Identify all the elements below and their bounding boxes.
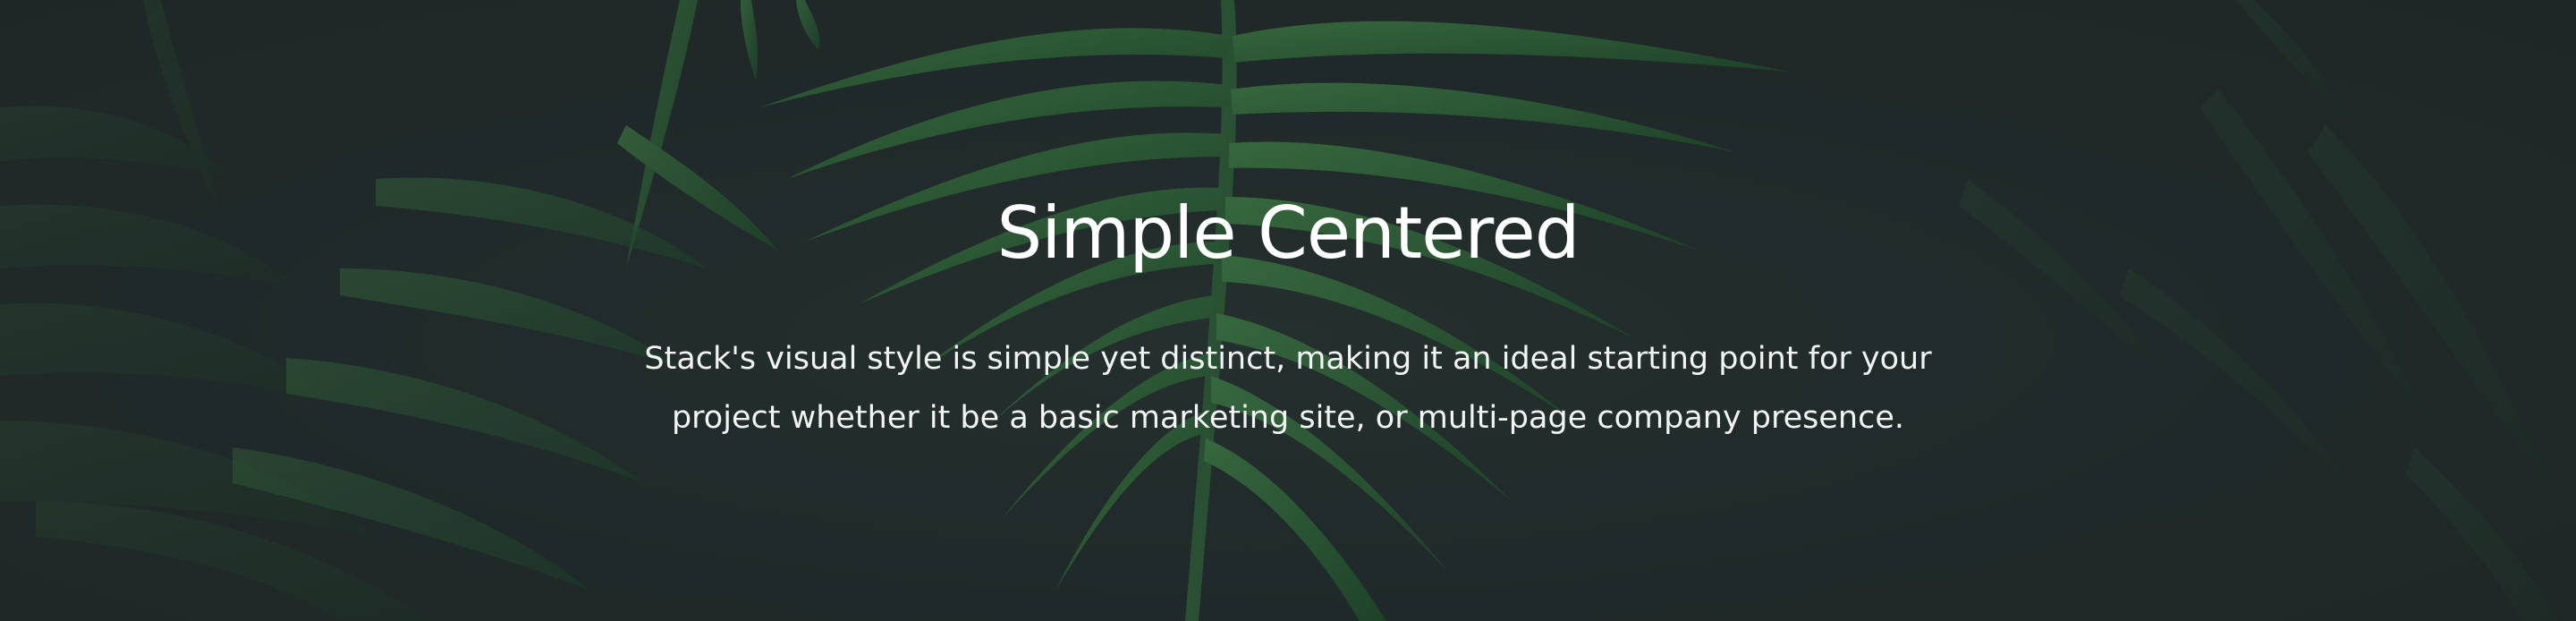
image-dark-overlay [0, 0, 2576, 621]
hero-title: Simple Centered [996, 191, 1580, 275]
hero-lead-text: Stack's visual style is simple yet disti… [644, 341, 1932, 436]
hero-section: Simple Centered Stack's visual style is … [0, 0, 2576, 621]
